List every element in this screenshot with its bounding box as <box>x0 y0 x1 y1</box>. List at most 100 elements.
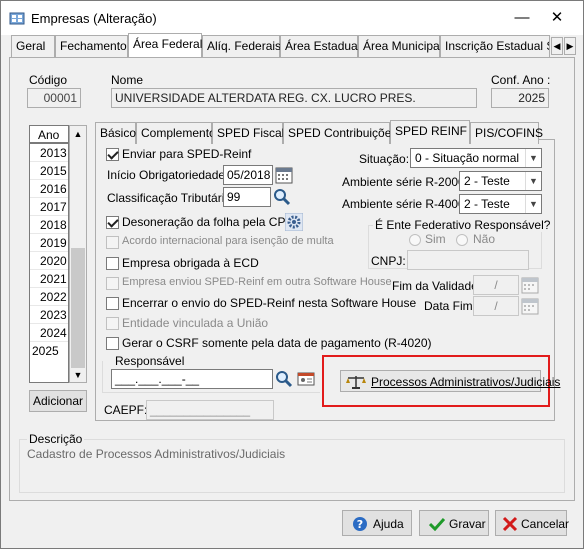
tab-fechamento[interactable]: Fechamento <box>55 35 128 57</box>
codigo-field[interactable]: 00001 <box>27 88 81 108</box>
obrigada-ecd-checkbox[interactable] <box>106 257 119 270</box>
calendar-icon[interactable] <box>520 275 540 295</box>
subtab-sped-contribuicoes[interactable]: SPED Contribuições <box>283 122 397 144</box>
data-fim-field[interactable]: / <box>473 296 519 316</box>
list-item[interactable]: 2015 <box>30 162 68 180</box>
tab-label: Geral <box>16 39 46 53</box>
subtab-label: SPED Fiscal <box>217 126 285 140</box>
subtab-sped-fiscal[interactable]: SPED Fiscal <box>212 122 285 144</box>
subtab-basico[interactable]: Básico <box>95 122 136 144</box>
cnpj-field[interactable] <box>407 250 529 270</box>
tab-label: Área Federal <box>133 37 203 51</box>
amb2000-value: 2 - Teste <box>464 174 510 188</box>
data-fim-label: Data Fim: <box>424 299 477 313</box>
sim-radio[interactable] <box>409 234 421 246</box>
desoneracao-checkbox[interactable] <box>106 216 119 229</box>
year-list-scrollbar[interactable]: ▲ ▼ <box>69 125 87 383</box>
list-item[interactable]: 2023 <box>30 306 68 324</box>
nao-radio[interactable] <box>456 234 468 246</box>
search-icon[interactable] <box>272 187 292 207</box>
caepf-field[interactable]: _______________ <box>146 400 274 420</box>
calendar-icon[interactable] <box>274 165 294 185</box>
tab-label: Área Estadual <box>285 39 361 53</box>
desoneracao-label: Desoneração da folha pela CPRB <box>122 215 303 229</box>
list-item[interactable]: 2017 <box>30 198 68 216</box>
gravar-button[interactable]: Gravar <box>419 510 489 536</box>
help-icon: ? <box>353 517 367 531</box>
tab-label: Área Municipal <box>363 39 443 53</box>
list-item[interactable]: 2013 <box>30 144 68 162</box>
caepf-label: CAEPF: <box>104 403 148 417</box>
checkmark-icon <box>429 517 445 531</box>
chevron-down-icon[interactable]: ▼ <box>525 149 541 167</box>
situacao-select[interactable]: 0 - Situação normal ▼ <box>410 148 542 168</box>
gerar-csrf-label: Gerar o CSRF somente pela data de pagame… <box>122 336 432 350</box>
gear-icon[interactable] <box>285 213 303 231</box>
tab-geral[interactable]: Geral <box>11 35 55 57</box>
enviar-reinf-checkbox[interactable] <box>106 148 119 161</box>
nao-label: Não <box>473 232 496 246</box>
tabs-scroll-left-button[interactable]: ◀ <box>551 37 563 55</box>
year-list[interactable]: 2013 2015 2016 2017 2018 2019 2020 2021 … <box>29 143 69 383</box>
tab-area-municipal[interactable]: Área Municipal <box>358 35 443 57</box>
encerrar-checkbox[interactable] <box>106 297 119 310</box>
subtab-label: Complemento <box>141 126 216 140</box>
subtab-pis-cofins[interactable]: PIS/COFINS <box>470 122 543 144</box>
minimize-icon[interactable]: — <box>513 9 531 27</box>
tab-area-federal[interactable]: Área Federal <box>128 33 202 57</box>
ajuda-label: Ajuda <box>373 517 404 531</box>
amb2000-select[interactable]: 2 - Teste ▼ <box>459 171 542 191</box>
list-item[interactable]: 2024 <box>30 324 68 342</box>
chevron-down-icon[interactable]: ▼ <box>525 195 541 213</box>
enviou-outro-checkbox[interactable] <box>106 277 119 290</box>
tabs-scroll-right-button[interactable]: ▶ <box>564 37 576 55</box>
title-bar: Empresas (Alteração) — ✕ <box>1 1 583 35</box>
acordo-checkbox[interactable] <box>106 236 119 249</box>
cnpj-label: CNPJ: <box>371 254 406 268</box>
scroll-thumb[interactable] <box>71 248 85 368</box>
subtab-label: SPED Contribuições <box>288 126 398 140</box>
cancelar-button[interactable]: Cancelar <box>495 510 569 536</box>
classif-field[interactable]: 99 <box>223 187 271 207</box>
amb4000-select[interactable]: 2 - Teste ▼ <box>459 194 542 214</box>
adicionar-button[interactable]: Adicionar <box>29 390 87 412</box>
person-card-icon[interactable] <box>296 369 316 389</box>
responsavel-field[interactable]: ___.___.___-__ <box>111 369 273 389</box>
nome-field[interactable]: UNIVERSIDADE ALTERDATA REG. CX. LUCRO PR… <box>111 88 477 108</box>
subtab-complemento[interactable]: Complemento <box>136 122 216 144</box>
list-item[interactable]: 2020 <box>30 252 68 270</box>
processos-button[interactable]: Processos Administrativos/Judiciais <box>340 370 560 392</box>
amb4000-value: 2 - Teste <box>464 197 510 211</box>
encerrar-label: Encerrar o envio do SPED-Reinf nesta Sof… <box>122 296 417 310</box>
scale-icon <box>346 376 366 389</box>
scroll-down-icon[interactable]: ▼ <box>70 368 86 382</box>
close-icon[interactable]: ✕ <box>548 9 566 27</box>
tab-label: Inscrição Estadual S <box>445 39 550 53</box>
conf-ano-field[interactable]: 2025 <box>491 88 549 108</box>
vinculada-label: Entidade vinculada a União <box>122 316 269 330</box>
list-item[interactable]: 2018 <box>30 216 68 234</box>
tab-area-estadual[interactable]: Área Estadual <box>280 35 361 57</box>
subtab-sped-reinf[interactable]: SPED REINF <box>390 120 470 144</box>
fim-validade-field[interactable]: / <box>473 275 519 295</box>
window-title: Empresas (Alteração) <box>31 11 157 26</box>
scroll-up-icon[interactable]: ▲ <box>70 126 86 142</box>
search-icon[interactable] <box>274 369 294 389</box>
calendar-icon[interactable] <box>520 296 540 316</box>
chevron-down-icon[interactable]: ▼ <box>525 172 541 190</box>
list-item[interactable]: 2022 <box>30 288 68 306</box>
adicionar-label: Adicionar <box>32 394 84 408</box>
gerar-csrf-checkbox[interactable] <box>106 337 119 350</box>
enviar-reinf-label: Enviar para SPED-Reinf <box>122 147 252 161</box>
list-item[interactable]: 2019 <box>30 234 68 252</box>
ajuda-button[interactable]: ? Ajuda <box>342 510 412 536</box>
vinculada-checkbox[interactable] <box>106 317 119 330</box>
amb2000-label: Ambiente série R-2000: <box>342 175 469 189</box>
list-item-selected[interactable]: 2025 <box>30 342 68 360</box>
tab-aliq-federais[interactable]: Alíq. Federais <box>202 35 281 57</box>
obrigada-ecd-label: Empresa obrigada à ECD <box>122 256 259 270</box>
list-item[interactable]: 2021 <box>30 270 68 288</box>
inicio-field[interactable]: 05/2018 <box>223 165 273 185</box>
tab-inscricao-estadual[interactable]: Inscrição Estadual S <box>440 35 550 57</box>
list-item[interactable]: 2016 <box>30 180 68 198</box>
